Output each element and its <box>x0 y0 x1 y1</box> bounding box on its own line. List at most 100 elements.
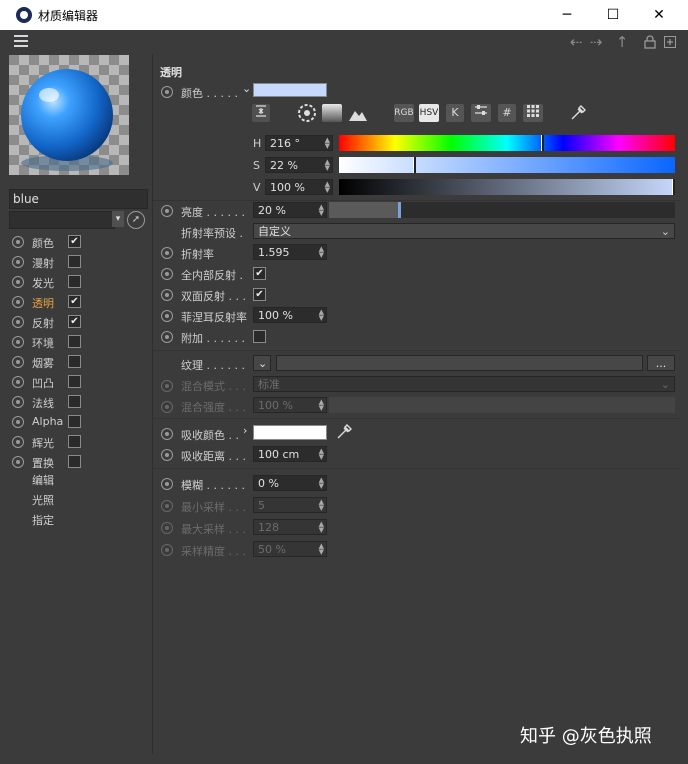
channel-item[interactable]: 法线 <box>10 392 150 412</box>
channel-radio[interactable] <box>12 456 24 468</box>
link-illumination[interactable]: 光照 <box>32 492 54 508</box>
channel-item[interactable]: 环境 <box>10 332 150 352</box>
material-preview[interactable] <box>9 55 129 175</box>
value-slider-handle[interactable] <box>672 179 675 195</box>
arrow-right-icon[interactable]: ⇢ <box>586 32 606 52</box>
channel-checkbox[interactable] <box>68 455 81 468</box>
additive-checkbox[interactable] <box>253 330 266 343</box>
hue-slider-handle[interactable] <box>541 135 544 151</box>
channel-radio[interactable] <box>12 436 24 448</box>
absorption-color-swatch[interactable] <box>253 425 327 440</box>
spectrum-icon[interactable] <box>322 104 342 122</box>
arrow-left-icon[interactable]: ⇠ <box>566 32 586 52</box>
link-edit[interactable]: 编辑 <box>32 472 54 488</box>
color-anim-toggle[interactable] <box>161 86 173 98</box>
channel-label[interactable]: 反射 <box>32 315 54 331</box>
channel-label[interactable]: 烟雾 <box>32 355 54 371</box>
compress-icon[interactable] <box>252 104 270 122</box>
hamburger-icon[interactable] <box>14 35 28 37</box>
value-slider[interactable] <box>339 179 675 195</box>
channel-checkbox[interactable] <box>68 355 81 368</box>
layer-dropdown[interactable] <box>9 211 115 229</box>
double-sided-anim-toggle[interactable] <box>161 289 173 301</box>
channel-item[interactable]: 漫射 <box>10 252 150 272</box>
v-input[interactable]: 100 % ▲ ▼ <box>265 179 333 195</box>
channel-label[interactable]: 发光 <box>32 275 54 291</box>
texture-chevron-icon[interactable]: ⌄ <box>253 355 271 371</box>
ior-input[interactable]: 1.595 ▲ ▼ <box>253 244 327 260</box>
minimize-button[interactable]: ─ <box>544 0 590 30</box>
brightness-slider[interactable] <box>329 202 675 218</box>
channel-item[interactable]: 凹凸 <box>10 372 150 392</box>
hsv-mode-button[interactable]: HSV <box>419 104 439 122</box>
channel-label[interactable]: 漫射 <box>32 255 54 271</box>
h-input[interactable]: 216 ° ▲ ▼ <box>265 135 333 151</box>
channel-checkbox[interactable] <box>68 395 81 408</box>
channel-label[interactable]: 颜色 <box>32 235 54 251</box>
absorption-distance-input[interactable]: 100 cm ▲ ▼ <box>253 446 327 462</box>
channel-label[interactable]: 辉光 <box>32 435 54 451</box>
channel-radio[interactable] <box>12 296 24 308</box>
channel-item[interactable]: 颜色 ✔ <box>10 232 150 252</box>
channel-label[interactable]: 透明 <box>32 295 54 311</box>
channel-radio[interactable] <box>12 336 24 348</box>
channel-label[interactable]: 法线 <box>32 395 54 411</box>
channel-checkbox[interactable] <box>68 255 81 268</box>
channel-label[interactable]: 凹凸 <box>32 375 54 391</box>
brightness-slider-handle[interactable] <box>398 202 401 218</box>
maximize-button[interactable]: ☐ <box>590 0 636 30</box>
color-wheel-icon[interactable] <box>296 104 318 122</box>
hex-mode-button[interactable]: # <box>498 104 516 122</box>
channel-checkbox[interactable] <box>68 415 81 428</box>
channel-radio[interactable] <box>12 316 24 328</box>
brightness-anim-toggle[interactable] <box>161 205 173 217</box>
blur-input[interactable]: 0 % ▲ ▼ <box>253 475 327 491</box>
texture-slot[interactable] <box>276 355 643 371</box>
channel-radio[interactable] <box>12 376 24 388</box>
channel-checkbox[interactable]: ✔ <box>68 295 81 308</box>
absorption-expand-chevron-icon[interactable]: › <box>243 424 247 437</box>
saturation-slider[interactable] <box>339 157 675 173</box>
texture-browse-button[interactable]: ... <box>647 355 675 371</box>
rgb-mode-button[interactable]: RGB <box>394 104 414 122</box>
channel-item[interactable]: 反射 ✔ <box>10 312 150 332</box>
material-name-field[interactable]: blue <box>9 189 148 209</box>
absorption-distance-anim-toggle[interactable] <box>161 449 173 461</box>
tir-checkbox[interactable]: ✔ <box>253 267 266 280</box>
image-icon[interactable] <box>348 104 368 122</box>
channel-item[interactable]: 烟雾 <box>10 352 150 372</box>
hue-slider[interactable] <box>339 135 675 151</box>
eyedropper-icon[interactable] <box>568 104 588 122</box>
pick-cursor-icon[interactable]: ➚ <box>127 211 145 229</box>
channel-item[interactable]: 辉光 <box>10 432 150 452</box>
fresnel-input[interactable]: 100 % ▲ ▼ <box>253 307 327 323</box>
channel-item[interactable]: 透明 ✔ <box>10 292 150 312</box>
channel-radio[interactable] <box>12 416 24 428</box>
channel-item[interactable]: 发光 <box>10 272 150 292</box>
link-assign[interactable]: 指定 <box>32 512 54 528</box>
arrow-up-icon[interactable]: ↑ <box>612 32 632 52</box>
kelvin-mode-button[interactable]: K <box>446 104 464 122</box>
channel-label[interactable]: 置换 <box>32 455 54 471</box>
channel-label[interactable]: 环境 <box>32 335 54 351</box>
channel-item[interactable]: 置换 <box>10 452 150 472</box>
channel-radio[interactable] <box>12 276 24 288</box>
close-button[interactable]: ✕ <box>636 0 682 30</box>
new-window-icon[interactable] <box>660 32 680 52</box>
additive-anim-toggle[interactable] <box>161 331 173 343</box>
ior-preset-dropdown[interactable]: 自定义 ⌄ <box>253 223 675 239</box>
lock-icon[interactable] <box>640 32 660 52</box>
double-sided-checkbox[interactable]: ✔ <box>253 288 266 301</box>
swatch-grid-icon[interactable] <box>523 104 543 122</box>
channel-checkbox[interactable] <box>68 275 81 288</box>
channel-item[interactable]: Alpha <box>10 412 150 432</box>
fresnel-anim-toggle[interactable] <box>161 310 173 322</box>
ior-anim-toggle[interactable] <box>161 247 173 259</box>
channel-label[interactable]: Alpha <box>32 415 63 428</box>
channel-checkbox[interactable] <box>68 335 81 348</box>
chevron-down-icon[interactable]: ▾ <box>112 211 124 227</box>
channel-radio[interactable] <box>12 256 24 268</box>
brightness-input[interactable]: 20 % ▲ ▼ <box>253 202 327 218</box>
channel-checkbox[interactable]: ✔ <box>68 235 81 248</box>
color-swatch[interactable] <box>253 83 327 97</box>
